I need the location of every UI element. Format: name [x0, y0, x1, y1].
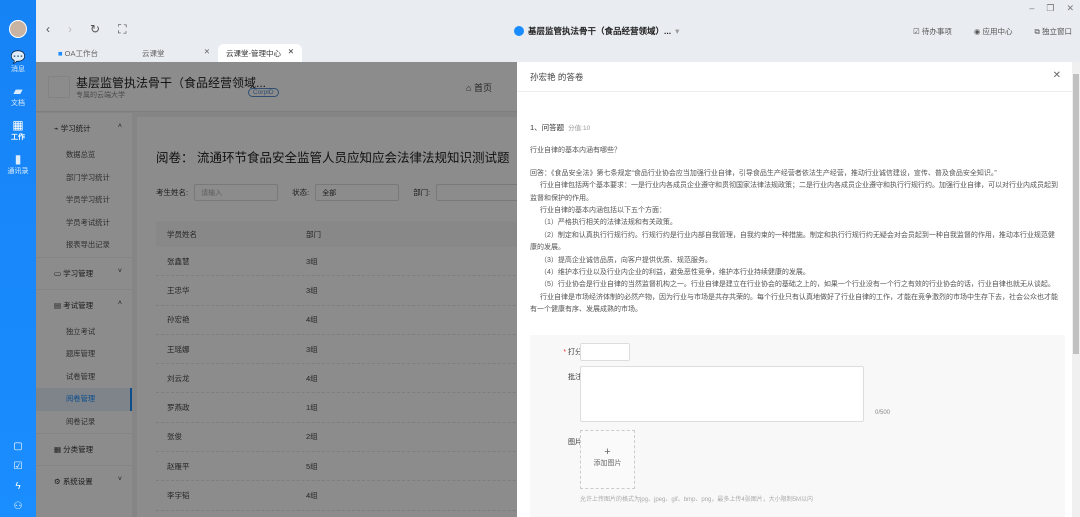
answer-text: 回答：《食品安全法》第七条规定“食品行业协会应当加强行业自律，引导食品生产经营者…	[530, 168, 1061, 317]
folder-icon: ▰	[13, 84, 23, 98]
fullscreen-icon[interactable]: ⛶	[118, 22, 126, 37]
answer-paragraph: 行业自律的基本内涵包括以下五个方面：	[540, 207, 666, 215]
answer-paragraph: （5）行业协会是行业自律的当然监督机构之一。行业自律是建立在行业协会的基础之上的…	[540, 281, 1055, 289]
window-title[interactable]: 基层监管执法骨干（食品经营领域）... ▾	[514, 25, 679, 37]
refresh-icon[interactable]: ↻	[90, 22, 100, 37]
plus-icon: +	[604, 446, 611, 458]
sidebar-item-work[interactable]: ▦ 工作	[0, 116, 36, 150]
answer-paragraph: （1）严格执行相关的法律法规和有关政策。	[540, 219, 677, 227]
forward-icon[interactable]: ›	[68, 22, 72, 37]
answer-paragraph: （3）提高企业诚信品质，向客户提供优质、规范服务。	[540, 256, 712, 264]
checkbox-icon[interactable]: ☑	[0, 457, 36, 477]
chevron-down-icon: ▾	[675, 25, 680, 36]
answer-paragraph: 行业自律是市场经济体制的必然产物，因为行业与市场是共存共荣的。每个行业只有认真地…	[530, 293, 1058, 314]
restore-icon[interactable]: ❐	[1046, 3, 1054, 14]
tab-cloud-class[interactable]: 云课堂 ✕	[134, 44, 218, 62]
upload-hint: 允许上传图片的格式为jpg、jpeg、gif、bmp、png，最多上传4张图片，…	[580, 497, 814, 503]
answer-paragraph: 回答：《食品安全法》第七条规定“食品行业协会应当加强行业自律，引导食品生产经营者…	[530, 169, 997, 177]
tab-oa[interactable]: ■ OA工作台	[50, 44, 134, 62]
grading-form: * 打分: 批注: 0/500 图片: + 添加图片 允许上传图片的格式为jpg、…	[530, 335, 1065, 517]
lightning-icon[interactable]: ϟ	[0, 477, 36, 497]
close-icon[interactable]: ✕	[1053, 70, 1061, 81]
char-counter: 0/500	[875, 410, 891, 416]
avatar[interactable]	[9, 20, 27, 38]
tab-cloud-class-admin[interactable]: 云课堂-管理中心 ✕	[218, 44, 302, 62]
contacts-icon: ▮	[14, 152, 22, 166]
title-bar: ‹ › ↻ ⛶ 基层监管执法骨干（食品经营领域）... ▾ ☑ 待办事项 ◉ 应用…	[36, 0, 1080, 62]
question-heading: 1、问答题 分值:10	[530, 123, 591, 132]
answer-paragraph: （2）制定和认真执行行规行约。行规行约是行业内部自我管理，自我约束的一种措施。制…	[530, 231, 1055, 252]
close-icon[interactable]: ✕	[288, 47, 294, 56]
chat-icon: 💬	[10, 50, 26, 64]
answer-sheet-drawer: 孙宏艳 的答卷 ✕ 1、问答题 分值:10 行业自律的基本内涵有哪些？ 回答：《食…	[517, 62, 1072, 517]
score-input[interactable]	[580, 343, 630, 361]
app-center-button[interactable]: ◉ 应用中心	[974, 26, 1013, 37]
oa-icon: ■	[58, 49, 63, 58]
grid-icon: ▦	[12, 118, 24, 132]
sidebar-item-docs[interactable]: ▰ 文档	[0, 82, 36, 116]
calendar-icon[interactable]: ▢	[0, 437, 36, 457]
minimize-icon[interactable]: –	[1029, 3, 1034, 14]
sidebar-item-messages[interactable]: 💬 消息	[0, 48, 36, 82]
todo-button[interactable]: ☑ 待办事项	[913, 26, 952, 37]
question-text: 行业自律的基本内涵有哪些？	[530, 147, 621, 155]
drawer-title: 孙宏艳 的答卷	[530, 72, 584, 82]
user-settings-icon[interactable]: ⚇	[0, 497, 36, 517]
close-icon[interactable]: ✕	[204, 47, 210, 56]
answer-paragraph: 行业自律包括两个基本要求：一是行业内各成员企业遵守和贯彻国家法律法规政策；二是行…	[530, 182, 1058, 202]
answer-paragraph: （4）维护本行业以及行业内企业的利益，避免恶性竞争，维护本行业持续健康的发展。	[540, 269, 810, 277]
close-window-icon[interactable]: ✕	[1066, 3, 1074, 14]
scrollbar[interactable]	[1072, 62, 1080, 517]
note-textarea[interactable]	[580, 366, 864, 422]
back-icon[interactable]: ‹	[46, 22, 50, 37]
app-logo-icon	[514, 26, 524, 36]
standalone-window-button[interactable]: ⧉ 独立窗口	[1035, 26, 1072, 37]
sidebar-item-contacts[interactable]: ▮ 通讯录	[0, 150, 36, 184]
app-sidebar: 💬 消息 ▰ 文档 ▦ 工作 ▮ 通讯录 ▢ ☑ ϟ ⚇	[0, 0, 36, 517]
add-image-button[interactable]: + 添加图片	[580, 430, 635, 489]
